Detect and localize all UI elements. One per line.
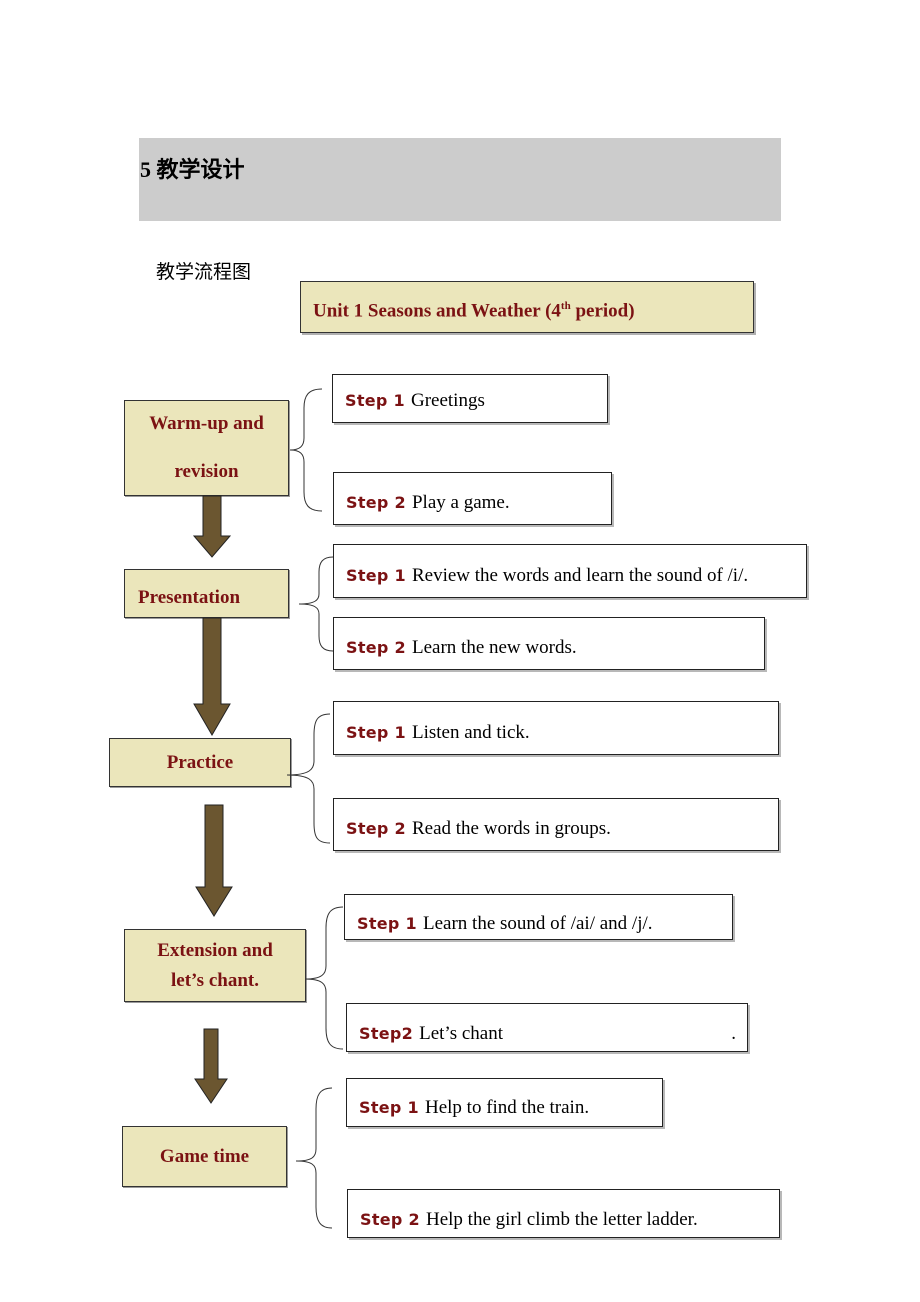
brace-icon [289, 388, 323, 512]
step-text: Help to find the train. [424, 1097, 590, 1118]
step-box: Step 2 Learn the new words. [333, 617, 765, 670]
step-text: Learn the new words. [411, 637, 577, 658]
stage-warm-up: Warm-up and revision [124, 400, 289, 496]
stage-label-line: let’s chant. [171, 969, 259, 991]
down-arrow-icon [193, 617, 231, 736]
step-label: Step 1 [359, 1098, 419, 1117]
step-box: Step 1 Listen and tick. [333, 701, 779, 755]
brace-icon [295, 1087, 333, 1229]
step-box: Step 2 Play a game. [333, 472, 612, 525]
step-label: Step 1 [346, 723, 406, 742]
flowchart-title-box: Unit 1 Seasons and Weather (4th period) [300, 281, 754, 333]
stage-presentation: Presentation [124, 569, 289, 618]
step-text: Help the girl climb the letter ladder. [425, 1209, 698, 1230]
step-label: Step2 [359, 1024, 414, 1043]
step-box: Step 1 Help to find the train. [346, 1078, 663, 1127]
brace-icon [304, 906, 344, 1050]
step-label: Step 2 [346, 638, 406, 657]
down-arrow-icon [194, 1028, 228, 1104]
step-text: Greetings [410, 390, 485, 411]
stage-label-line: Practice [166, 751, 234, 773]
step-text: Let’s chant [419, 1023, 503, 1044]
flowchart-label: 教学流程图 [156, 261, 252, 283]
step-label: Step 1 [346, 566, 406, 585]
stage-label-line: Game time [159, 1145, 250, 1167]
step-box: Step 1 Greetings [332, 374, 608, 423]
brace-icon [286, 713, 331, 844]
stage-game-time: Game time [122, 1126, 287, 1187]
step-box: Step 1 Review the words and learn the sou… [333, 544, 807, 598]
stage-label-line: Extension and [157, 939, 273, 961]
stage-label-line: revision [174, 461, 239, 482]
stage-label-line: Warm-up and [149, 413, 264, 434]
step-label: Step 2 [346, 493, 406, 512]
step-box: Step 2 Help the girl climb the letter lad… [347, 1189, 780, 1238]
step-text: Play a game. [411, 492, 510, 513]
step-box: Step 1 Learn the sound of /ai/ and /j/. [344, 894, 733, 940]
stage-extension: Extension and let’s chant. [124, 929, 306, 1002]
step-label: Step 1 [357, 914, 417, 933]
flowchart-title: Unit 1 Seasons and Weather (4th period) [313, 300, 635, 322]
step-trailing-period: . [731, 1023, 736, 1044]
step-text: Listen and tick. [411, 722, 530, 743]
step-label: Step 2 [360, 1210, 420, 1229]
step-text: Read the words in groups. [411, 818, 611, 839]
step-box: Step 2 Read the words in groups. [333, 798, 779, 851]
stage-practice: Practice [109, 738, 291, 787]
step-box: Step2 Let’s chant . [346, 1003, 748, 1052]
step-text: Learn the sound of /ai/ and /j/. [422, 913, 653, 934]
step-label: Step 2 [346, 819, 406, 838]
step-text: Review the words and learn the sound of … [411, 565, 749, 586]
down-arrow-icon [192, 495, 232, 558]
brace-icon [298, 556, 334, 652]
stage-label-line: Presentation [138, 586, 241, 608]
step-label: Step 1 [345, 391, 405, 410]
down-arrow-icon [195, 804, 233, 917]
section-title: 5 教学设计 [140, 157, 245, 182]
